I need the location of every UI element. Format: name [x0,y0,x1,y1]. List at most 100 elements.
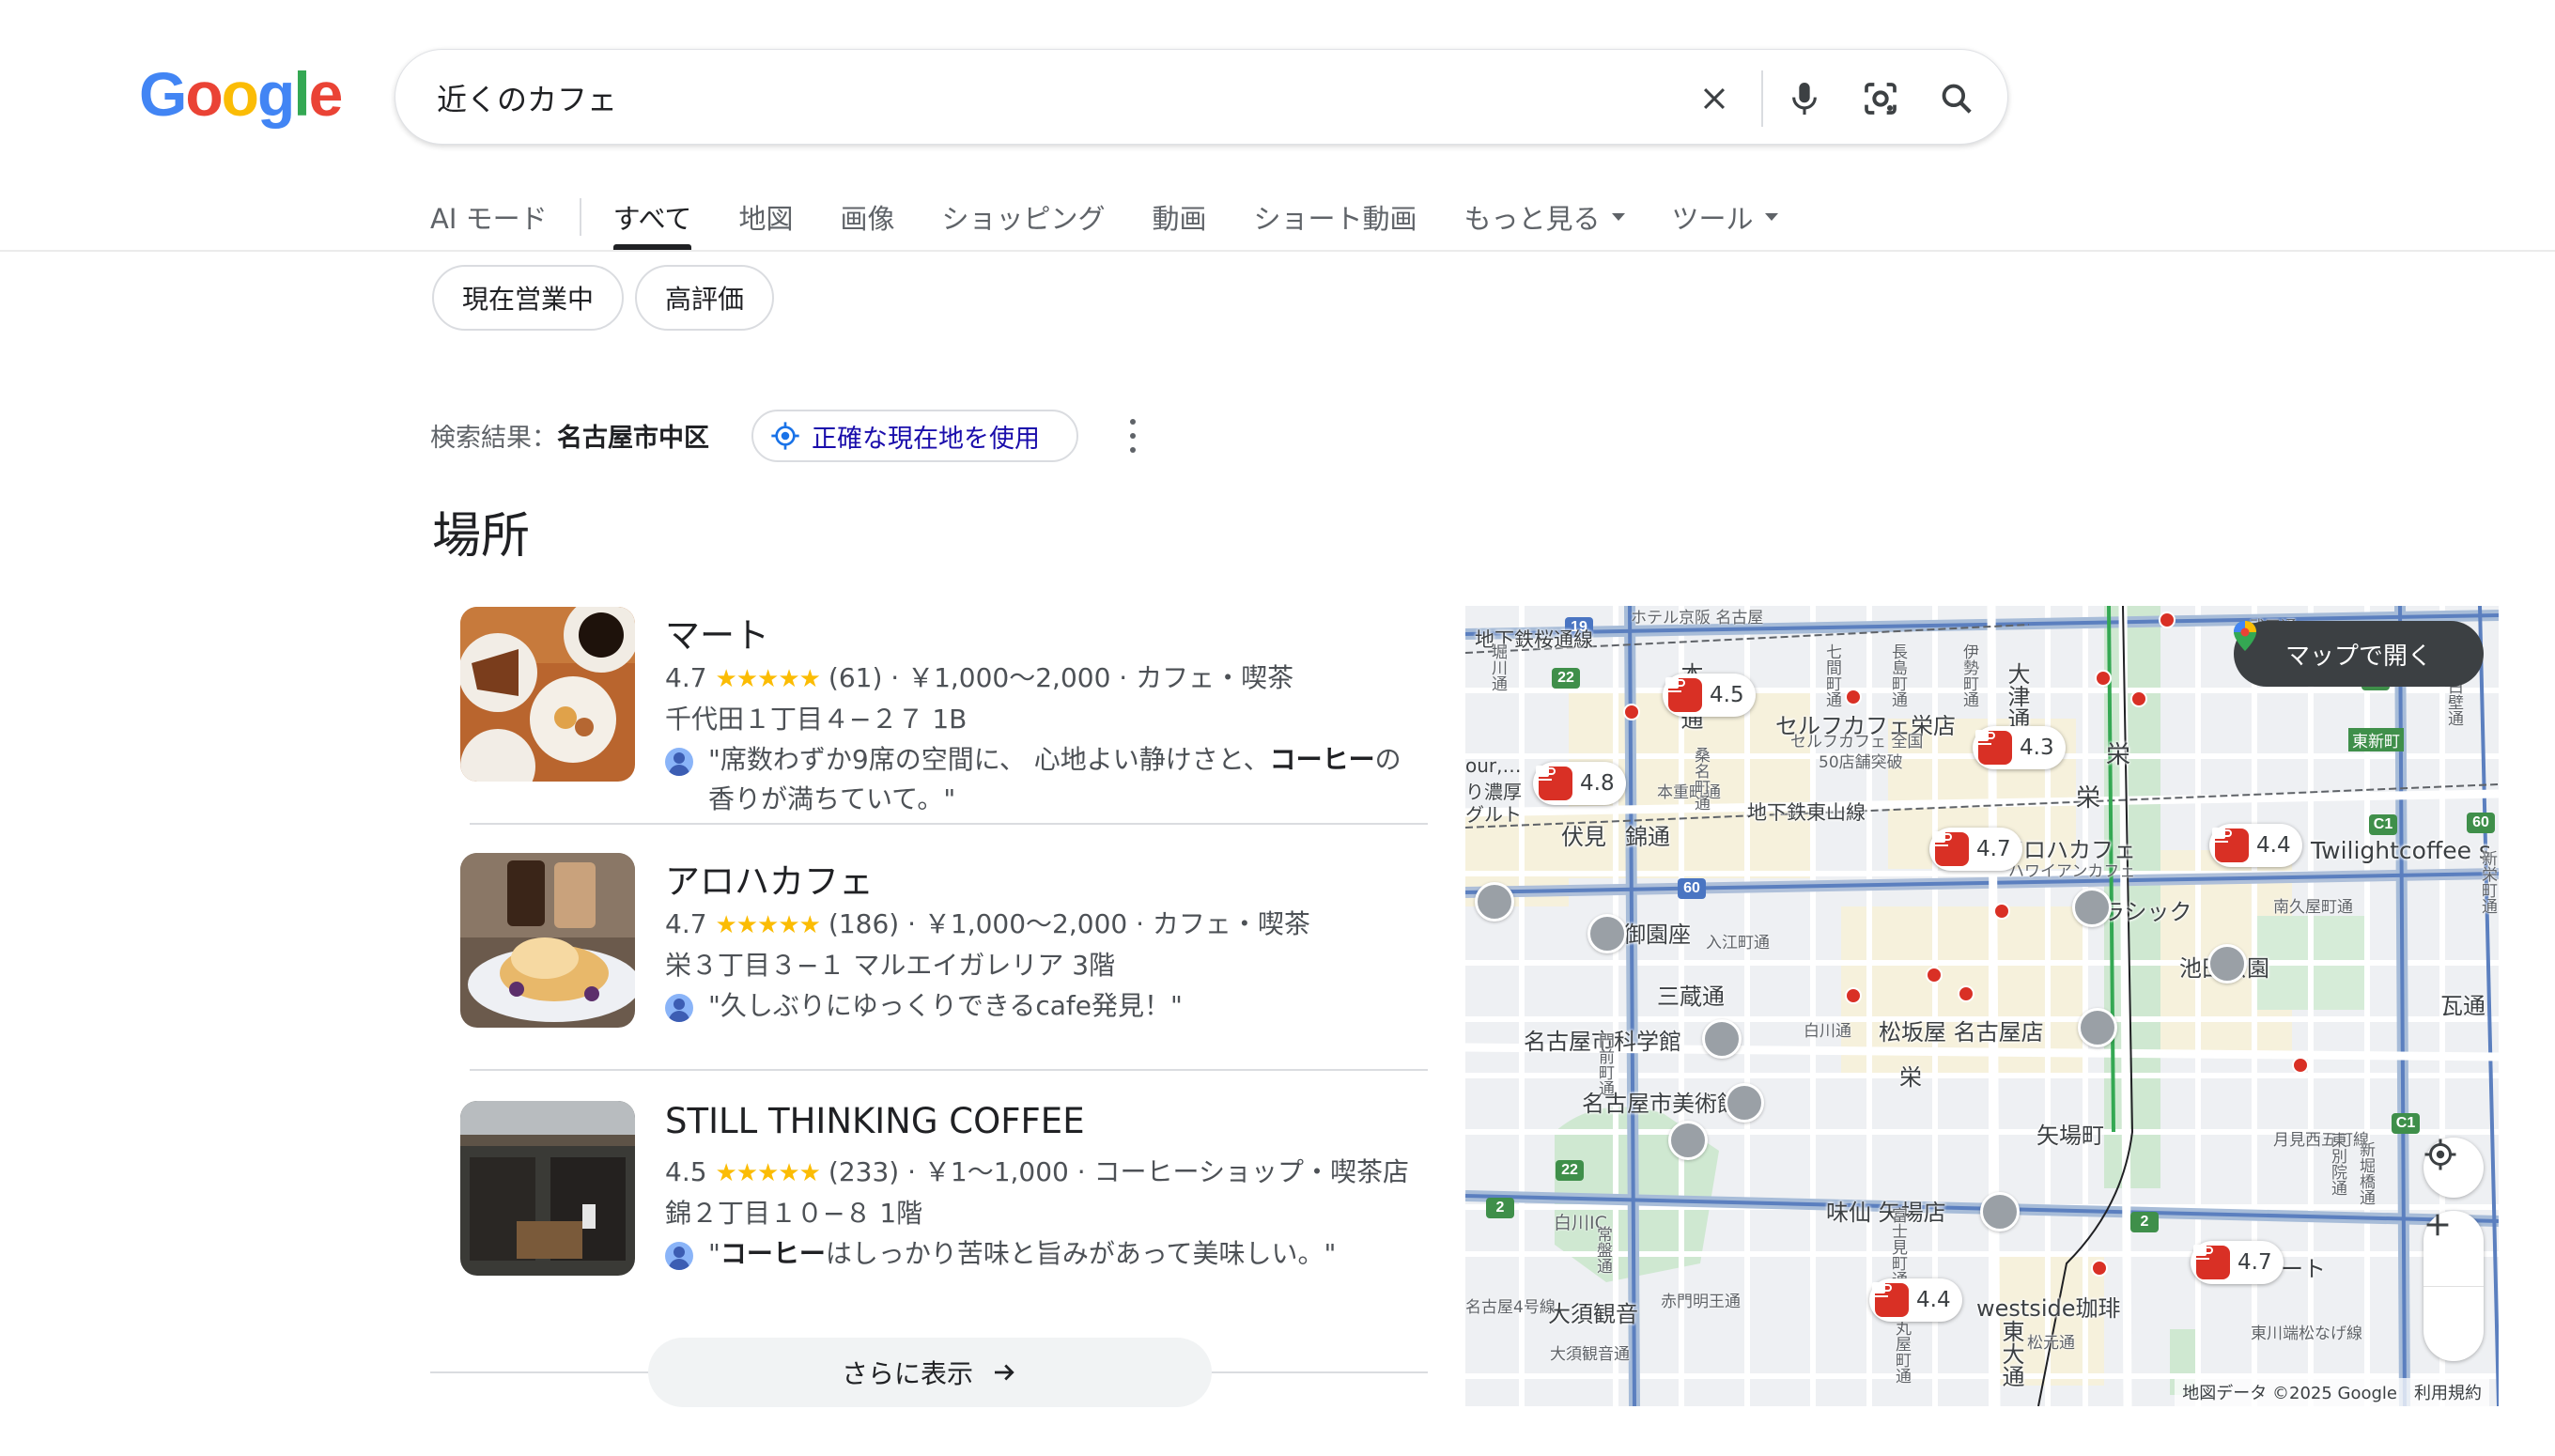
voice-search-button[interactable] [1778,72,1831,125]
my-location-button[interactable] [2423,1138,2484,1198]
map-attribution[interactable]: 地図データ ©2025 Google 利用規約 [2175,1378,2489,1406]
cafe-map-pin[interactable]: 4.7 [2191,1241,2284,1284]
place-name[interactable]: STILL THINKING COFFEE [665,1101,1085,1141]
tab-videos[interactable]: 動画 [1152,184,1206,250]
coffee-cup-icon [2192,1245,2230,1279]
map-label: Twilightcoffee s [2311,837,2491,864]
cafe-map-pin[interactable]: 4.3 [1973,726,2066,769]
open-in-maps-button[interactable]: マップで開く [2234,621,2484,687]
show-more-button[interactable]: さらに表示 [648,1338,1212,1407]
cafe-map-pin[interactable]: 4.7 [1929,828,2022,871]
tab-maps[interactable]: 地図 [738,184,793,250]
place-dot-marker[interactable] [1623,704,1640,720]
place-photo[interactable] [460,853,635,1028]
chip-top-rated[interactable]: 高評価 [635,265,774,331]
list-divider [470,1069,1428,1071]
place-rating: 4.5 [665,1156,707,1187]
place-meta: 4.5 ★★★★★ (233) · ￥1～1,000 · コーヒーショップ・喫茶… [665,1152,1409,1189]
google-logo[interactable]: Google [139,58,343,130]
place-dot-marker[interactable] [1993,903,2010,920]
map-label: 東新町 [2348,728,2404,751]
pin-rating: 4.7 [1976,837,2011,861]
rating-stars-icon: ★★★★★ [715,911,821,939]
place-result[interactable]: マート 4.7 ★★★★★ (61) · ￥1,000～2,000 · カフェ・… [460,607,1428,814]
show-more-label: さらに表示 [841,1358,973,1389]
museum-poi-icon[interactable] [1668,1121,1708,1160]
tab-ai-mode[interactable]: AI モード [430,184,548,250]
chip-label: 高評価 [664,284,744,315]
place-dot-marker[interactable] [1958,985,1974,1002]
theater-poi-icon[interactable] [1587,914,1627,953]
tab-separator [579,198,581,236]
cafe-map-pin[interactable]: 4.5 [1663,674,1756,717]
place-photo[interactable] [460,1101,635,1276]
map-label: 入江町通 [1706,934,1770,953]
precise-location-label: 正確な現在地を使用 [812,424,1040,454]
cafe-map-pin[interactable]: 4.8 [1533,762,1626,805]
place-dot-marker[interactable] [2130,690,2147,707]
logo-letter-4: g [257,59,295,129]
use-precise-location-button[interactable]: 正確な現在地を使用 [751,410,1078,462]
place-result[interactable]: アロハカフェ 4.7 ★★★★★ (186) · ￥1,000～2,000 · … [460,853,1428,1031]
map-label: ホテル京阪 名古屋 [1631,609,1764,627]
chip-open-now[interactable]: 現在営業中 [432,265,624,331]
map-label: 大須観音通 [1550,1345,1630,1364]
cafe-map-pin[interactable]: 4.4 [2209,824,2302,867]
map-label: 栄 [1899,1064,1922,1091]
place-dot-marker[interactable] [2159,612,2176,628]
place-dot-marker[interactable] [1926,967,1943,984]
search-input[interactable] [435,69,1660,127]
museum-poi-icon[interactable] [1702,1019,1742,1059]
hotel-poi-icon[interactable] [1475,882,1514,922]
logo-letter-3: o [221,59,259,129]
tab-tools[interactable]: ツール [1672,184,1778,250]
place-result[interactable]: STILL THINKING COFFEE 4.5 ★★★★★ (233) · … [460,1101,1428,1279]
place-name[interactable]: マート [665,607,769,658]
search-submit-button[interactable] [1930,72,1983,125]
place-dot-marker[interactable] [2095,670,2112,687]
pin-rating: 4.3 [2020,736,2054,760]
place-photo[interactable] [460,607,635,782]
lens-search-button[interactable] [1854,72,1907,125]
map-panel[interactable]: 19 22 60 22 2 2 C1 60 C1 1 ホテル京阪 名古屋 地下鉄… [1465,606,2499,1406]
coffee-cup-icon [1974,730,2012,765]
clear-search-button[interactable] [1688,72,1741,125]
tab-short-videos[interactable]: ショート動画 [1254,184,1417,250]
map-label: 七間町通 [1822,643,1841,707]
shopping-poi-icon[interactable] [2078,1008,2117,1047]
map-label: 松坂屋 名古屋店 [1879,1019,2044,1046]
pin-rating: 4.5 [1710,683,1744,707]
tab-all[interactable]: すべて [612,184,691,250]
map-label: 東別院通 [2328,1132,2346,1196]
tab-label: 画像 [840,203,895,235]
logo-letter-5: l [293,59,310,129]
review-text: "久しぶりにゆっくりできるcafe発見！" [708,990,1183,1021]
restaurant-poi-icon[interactable] [1980,1192,2020,1231]
open-in-maps-label: マップで開く [2284,642,2432,671]
review-snippet: "久しぶりにゆっくりできるcafe発見！" [665,986,1417,1026]
place-dot-marker[interactable] [2091,1260,2108,1277]
museum-poi-icon[interactable] [1725,1083,1764,1123]
search-box[interactable] [395,49,2008,145]
tab-shopping[interactable]: ショッピング [941,184,1105,250]
place-dot-marker[interactable] [1845,987,1862,1004]
zoom-out-button[interactable] [2423,1223,2484,1362]
place-name[interactable]: アロハカフェ [665,853,874,904]
place-address: 錦２丁目１０−８ 1階 [665,1198,923,1229]
close-icon [1703,87,1726,110]
map-label: ラシック [2102,899,2192,925]
cafe-map-pin[interactable]: 4.4 [1869,1278,1962,1322]
coffee-cup-icon [1931,831,1969,866]
tab-more[interactable]: もっと見る [1464,184,1625,250]
more-options-icon[interactable] [1123,419,1142,453]
map-label: 松元通 [2027,1334,2075,1353]
tab-images[interactable]: 画像 [840,184,894,250]
coffee-cup-icon [1665,677,1702,712]
place-dot-marker[interactable] [1845,689,1862,705]
place-dot-marker[interactable] [2292,1057,2309,1074]
map-label: 御園座 [1623,922,1691,948]
park-poi-icon[interactable] [2207,944,2247,984]
review-snippet: "席数わずか9席の空間に、 心地よい静けさと、コーヒーの香りが満ちていて。" [665,740,1417,819]
shopping-poi-icon[interactable] [2072,888,2112,927]
map-label: 矢場町 [2036,1123,2104,1149]
